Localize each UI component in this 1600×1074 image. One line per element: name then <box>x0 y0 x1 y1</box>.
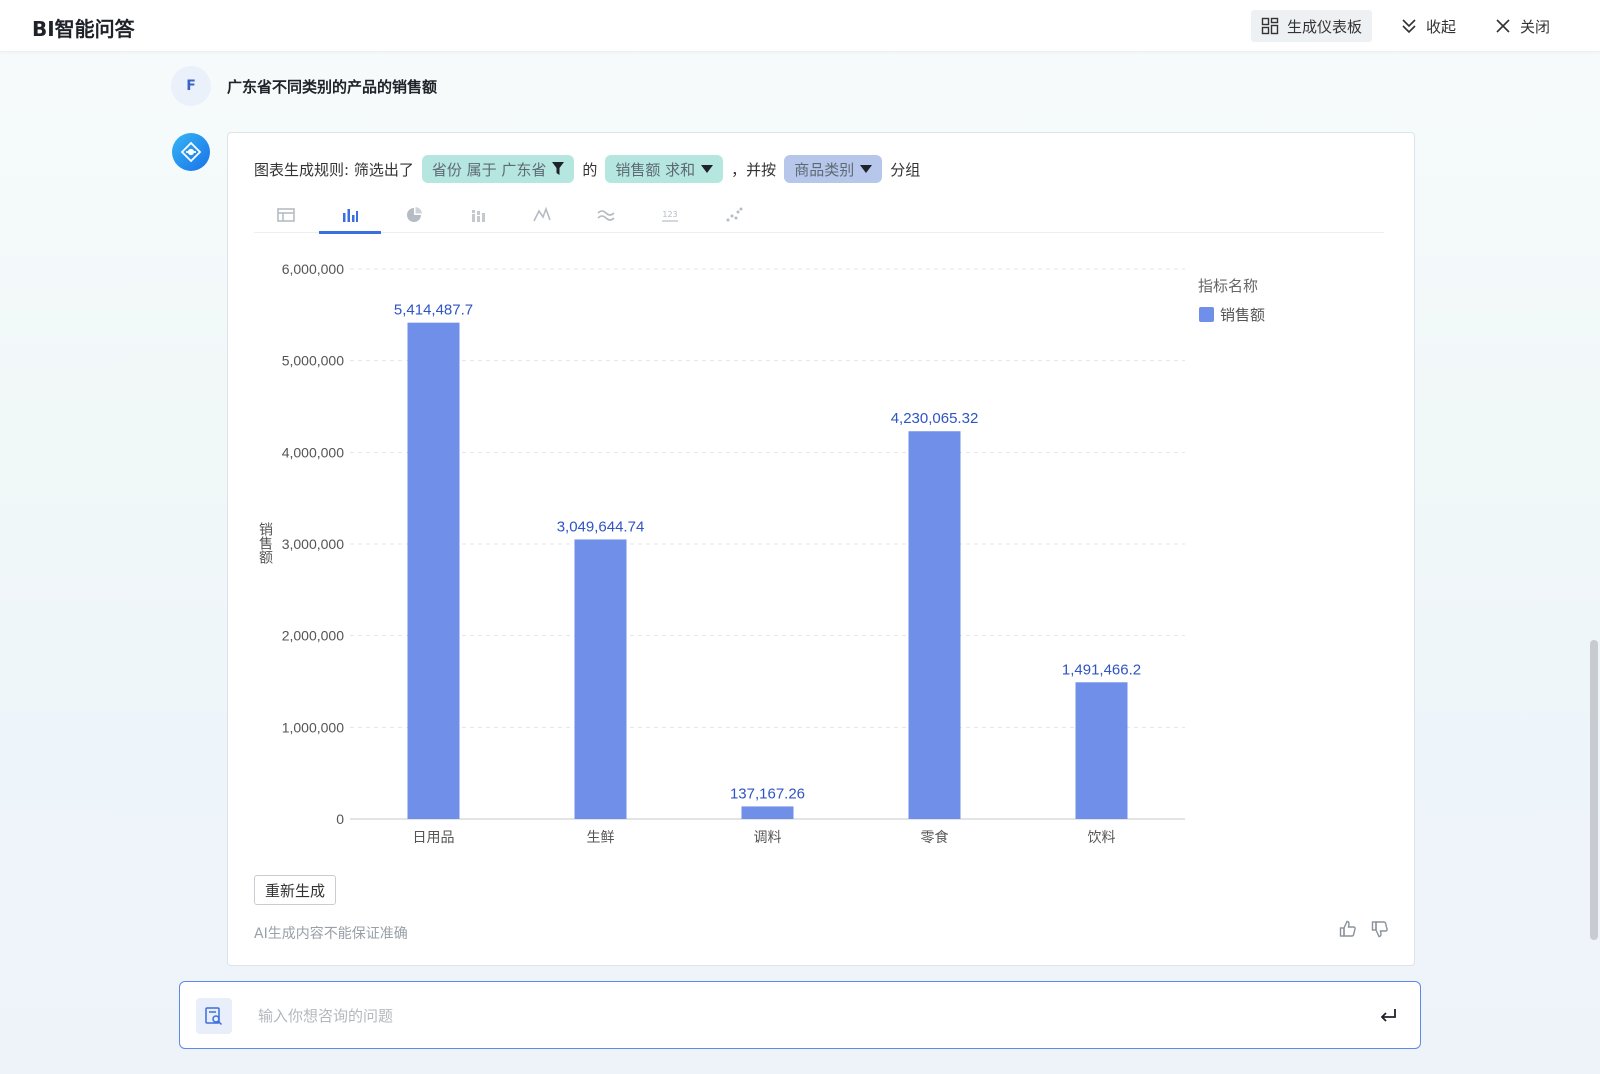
rule-of-text: 的 <box>582 160 598 179</box>
bar-data-label: 137,167.26 <box>730 785 805 802</box>
y-tick-label: 6,000,000 <box>282 261 344 277</box>
scrollbar-thumb[interactable] <box>1590 640 1598 940</box>
table-icon <box>277 208 295 222</box>
measure-chip-label: 销售额 求和 <box>615 160 696 179</box>
y-tick-label: 4,000,000 <box>282 444 344 460</box>
bar-data-label: 1,491,466.2 <box>1062 661 1141 678</box>
feedback-buttons <box>1338 919 1390 939</box>
tab-stacked-bar[interactable] <box>446 197 510 233</box>
x-tick-label: 饮料 <box>1088 829 1116 845</box>
user-question: 广东省不同类别的产品的销售额 <box>227 78 438 96</box>
y-tick-label: 5,000,000 <box>282 353 344 369</box>
measure-chip[interactable]: 销售额 求和 <box>605 155 724 183</box>
thumbs-up-icon[interactable] <box>1338 919 1358 939</box>
user-avatar: F <box>171 66 211 106</box>
rule-group-prefix: ，并按 <box>731 160 777 179</box>
y-tick-label: 0 <box>336 811 344 827</box>
sales-bar-chart: 0 1,000,000 2,000,000 3,000,000 4,000,000 5,0… <box>258 261 1265 845</box>
dashboard-icon <box>1261 17 1279 35</box>
scatter-icon <box>726 207 743 222</box>
enter-send-icon[interactable] <box>1376 1004 1400 1028</box>
assistant-logo-icon <box>180 141 202 163</box>
area-chart-icon <box>597 210 615 221</box>
regenerate-button[interactable]: 重新生成 <box>254 875 337 905</box>
number-card-icon: 123 <box>662 210 678 222</box>
y-tick-label: 3,000,000 <box>282 536 344 552</box>
top-bar: BI智能问答 生成仪表板 收起 关闭 <box>0 0 1600 52</box>
filter-chip-label: 省份 属于 广东省 <box>431 160 547 179</box>
chevron-double-down-icon <box>1402 19 1416 34</box>
collapse-button[interactable]: 收起 <box>1390 10 1466 42</box>
top-actions: 生成仪表板 收起 关闭 <box>1250 10 1560 42</box>
thumbs-down-icon[interactable] <box>1370 919 1390 939</box>
answer-card: 图表生成规则: 筛选出了 省份 属于 广东省 的 销售额 求和 ，并按 商品类别… <box>227 132 1415 966</box>
x-tick-label: 生鲜 <box>587 829 615 845</box>
question-input[interactable] <box>258 1000 1318 1032</box>
tab-line-chart[interactable] <box>510 197 574 233</box>
x-tick-label: 日用品 <box>413 829 455 845</box>
close-button[interactable]: 关闭 <box>1484 10 1560 42</box>
legend-title: 指标名称 <box>1198 278 1258 295</box>
app-title: BI智能问答 <box>32 17 135 41</box>
filter-icon <box>552 162 565 175</box>
x-tick-label: 零食 <box>921 829 949 845</box>
y-tick-label: 1,000,000 <box>282 719 344 735</box>
rule-prefix: 图表生成规则: 筛选出了 <box>254 160 414 179</box>
close-label: 关闭 <box>1519 17 1550 36</box>
bar <box>741 806 794 819</box>
filter-chip[interactable]: 省份 属于 广东省 <box>421 155 575 183</box>
svg-text:123: 123 <box>662 210 677 219</box>
bar-chart-icon <box>343 209 358 222</box>
bar <box>574 539 627 819</box>
tab-area-chart[interactable] <box>574 197 638 233</box>
bar-data-label: 3,049,644.74 <box>557 518 645 535</box>
caret-down-icon <box>860 165 873 173</box>
y-axis-label: 销售额 <box>258 522 274 564</box>
caret-down-icon <box>701 165 714 173</box>
tab-pie-chart[interactable] <box>382 197 446 233</box>
collapse-label: 收起 <box>1425 17 1456 36</box>
ai-disclaimer: AI生成内容不能保证准确 <box>254 926 408 942</box>
generate-dashboard-button[interactable]: 生成仪表板 <box>1250 10 1372 42</box>
bar <box>1075 682 1128 819</box>
legend-item-label: 销售额 <box>1220 307 1265 324</box>
generate-dashboard-label: 生成仪表板 <box>1286 17 1362 36</box>
bar-data-label: 5,414,487.7 <box>394 302 473 319</box>
x-tick-label: 调料 <box>754 829 782 845</box>
tab-bar-chart[interactable] <box>318 197 382 234</box>
bar <box>407 322 460 819</box>
tab-scatter[interactable] <box>702 197 766 233</box>
y-tick-label: 2,000,000 <box>282 628 344 644</box>
bar <box>908 431 961 819</box>
tab-table[interactable] <box>254 197 318 233</box>
legend-swatch <box>1199 307 1214 322</box>
pie-chart-icon <box>407 207 422 222</box>
dimension-chip-label: 商品类别 <box>794 160 855 179</box>
dimension-chip[interactable]: 商品类别 <box>784 155 883 183</box>
stacked-bar-icon <box>472 210 485 222</box>
search-data-glyph <box>205 1007 223 1026</box>
assistant-avatar <box>172 133 210 171</box>
chart-rule: 图表生成规则: 筛选出了 省份 属于 广东省 的 销售额 求和 ，并按 商品类别… <box>254 155 920 183</box>
close-icon <box>1496 19 1510 33</box>
search-data-icon[interactable] <box>196 998 232 1034</box>
question-input-bar <box>179 981 1421 1049</box>
bar-data-label: 4,230,065.32 <box>891 410 979 427</box>
chart-type-tabs: 123 <box>254 197 1384 234</box>
tab-number-card[interactable]: 123 <box>638 197 702 233</box>
line-chart-icon <box>533 206 551 222</box>
rule-group-suffix: 分组 <box>890 160 921 179</box>
